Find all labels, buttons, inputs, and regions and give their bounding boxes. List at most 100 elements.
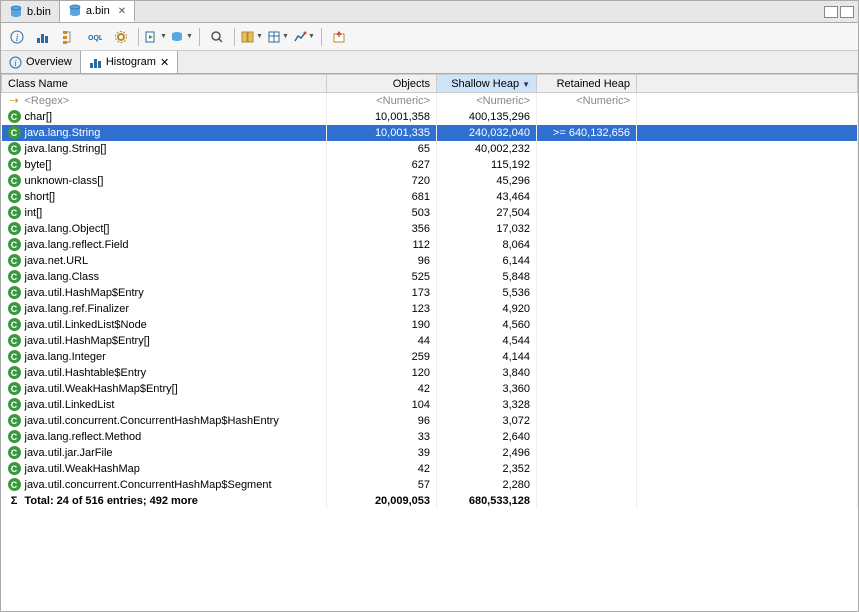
table-row[interactable]: Cjava.net.URL966,144 — [2, 253, 858, 269]
table-row[interactable]: Cjava.util.LinkedList1043,328 — [2, 397, 858, 413]
calc-button[interactable]: ▼ — [266, 26, 290, 48]
retained-cell — [537, 141, 637, 157]
table-row[interactable]: Cjava.util.HashMap$Entry1735,536 — [2, 285, 858, 301]
table-row[interactable]: Cjava.lang.ref.Finalizer1234,920 — [2, 301, 858, 317]
tab-overview[interactable]: i Overview — [1, 51, 81, 73]
table-row[interactable]: Cbyte[]627115,192 — [2, 157, 858, 173]
retained-cell — [537, 269, 637, 285]
table-row[interactable]: Cjava.util.Hashtable$Entry1203,840 — [2, 365, 858, 381]
table-row[interactable]: Cshort[]68143,464 — [2, 189, 858, 205]
query-db-button[interactable]: ▼ — [170, 26, 194, 48]
tab-histogram[interactable]: Histogram ✕ — [81, 51, 178, 73]
class-name-cell: char[] — [25, 111, 53, 123]
table-row[interactable]: Cjava.lang.Integer2594,144 — [2, 349, 858, 365]
table-row[interactable]: Cjava.util.concurrent.ConcurrentHashMap$… — [2, 413, 858, 429]
chart-button[interactable]: ▼ — [292, 26, 316, 48]
shallow-cell: 5,536 — [437, 285, 537, 301]
file-tab-a-bin[interactable]: a.bin ✕ — [60, 1, 135, 22]
class-name-cell: java.net.URL — [25, 255, 89, 267]
class-icon: C — [8, 270, 21, 283]
run-button[interactable]: ▼ — [144, 26, 168, 48]
table-row[interactable]: Cjava.lang.reflect.Method332,640 — [2, 429, 858, 445]
class-icon: C — [8, 126, 21, 139]
col-shallow-heap[interactable]: Shallow Heap▼ — [437, 75, 537, 93]
histogram-table-area[interactable]: Class Name Objects Shallow Heap▼ Retaine… — [1, 74, 858, 611]
compare-button[interactable]: ▼ — [240, 26, 264, 48]
retained-cell — [537, 173, 637, 189]
class-name-cell: java.util.HashMap$Entry — [25, 287, 144, 299]
objects-cell: 104 — [327, 397, 437, 413]
database-icon — [68, 4, 82, 18]
shallow-cell: 27,504 — [437, 205, 537, 221]
total-objects: 20,009,053 — [327, 493, 437, 509]
oql-button[interactable]: OQL — [83, 26, 107, 48]
file-tab-label: b.bin — [27, 6, 51, 18]
info-button[interactable]: i — [5, 26, 29, 48]
class-icon: C — [8, 350, 21, 363]
sort-desc-icon: ▼ — [522, 80, 530, 89]
retained-cell — [537, 413, 637, 429]
class-icon: C — [8, 238, 21, 251]
table-row[interactable]: Cint[]50327,504 — [2, 205, 858, 221]
maximize-button[interactable] — [840, 6, 854, 18]
separator — [321, 28, 322, 46]
table-row[interactable]: Cjava.util.WeakHashMap422,352 — [2, 461, 858, 477]
class-icon: C — [8, 414, 21, 427]
histogram-table: Class Name Objects Shallow Heap▼ Retaine… — [1, 74, 858, 509]
objects-cell: 10,001,335 — [327, 125, 437, 141]
shallow-cell: 4,920 — [437, 301, 537, 317]
class-name-cell: java.lang.String — [25, 127, 101, 139]
export-button[interactable] — [327, 26, 351, 48]
retained-cell — [537, 157, 637, 173]
table-row[interactable]: Cunknown-class[]72045,296 — [2, 173, 858, 189]
col-retained-heap[interactable]: Retained Heap — [537, 75, 637, 93]
table-row[interactable]: Cchar[]10,001,358400,135,296 — [2, 109, 858, 125]
retained-cell — [537, 109, 637, 125]
shallow-cell: 17,032 — [437, 221, 537, 237]
filter-objects[interactable]: <Numeric> — [327, 93, 437, 109]
search-button[interactable] — [205, 26, 229, 48]
retained-cell — [537, 317, 637, 333]
table-row[interactable]: Cjava.util.HashMap$Entry[]444,544 — [2, 333, 858, 349]
class-icon: C — [8, 142, 21, 155]
col-classname[interactable]: Class Name — [2, 75, 327, 93]
class-icon: C — [8, 462, 21, 475]
table-row[interactable]: Cjava.util.jar.JarFile392,496 — [2, 445, 858, 461]
table-row[interactable]: Cjava.lang.String10,001,335240,032,040>=… — [2, 125, 858, 141]
table-row[interactable]: Cjava.util.LinkedList$Node1904,560 — [2, 317, 858, 333]
file-tab-b-bin[interactable]: b.bin — [1, 1, 60, 22]
filter-shallow[interactable]: <Numeric> — [437, 93, 537, 109]
filter-classname[interactable]: ⇢<Regex> — [2, 93, 327, 109]
table-row[interactable]: Cjava.util.concurrent.ConcurrentHashMap$… — [2, 477, 858, 493]
filter-retained[interactable]: <Numeric> — [537, 93, 637, 109]
close-icon[interactable]: ✕ — [118, 6, 126, 17]
class-name-cell: java.lang.Object[] — [25, 223, 110, 235]
total-row[interactable]: ΣTotal: 24 of 516 entries; 492 more20,00… — [2, 493, 858, 509]
shallow-cell: 2,640 — [437, 429, 537, 445]
minimize-button[interactable] — [824, 6, 838, 18]
shallow-cell: 6,144 — [437, 253, 537, 269]
table-row[interactable]: Cjava.lang.Object[]35617,032 — [2, 221, 858, 237]
col-objects[interactable]: Objects — [327, 75, 437, 93]
class-icon: C — [8, 478, 21, 491]
gear-button[interactable] — [109, 26, 133, 48]
tree-button[interactable] — [57, 26, 81, 48]
shallow-cell: 43,464 — [437, 189, 537, 205]
objects-cell: 681 — [327, 189, 437, 205]
table-row[interactable]: Cjava.lang.Class5255,848 — [2, 269, 858, 285]
sigma-icon: Σ — [8, 494, 21, 507]
svg-text:OQL: OQL — [88, 35, 102, 42]
table-row[interactable]: Cjava.lang.reflect.Field1128,064 — [2, 237, 858, 253]
objects-cell: 525 — [327, 269, 437, 285]
retained-cell — [537, 221, 637, 237]
retained-cell — [537, 397, 637, 413]
database-icon — [9, 5, 23, 19]
objects-cell: 173 — [327, 285, 437, 301]
table-row[interactable]: Cjava.lang.String[]6540,002,232 — [2, 141, 858, 157]
tab-label: Overview — [26, 56, 72, 68]
info-icon: i — [9, 56, 22, 69]
table-row[interactable]: Cjava.util.WeakHashMap$Entry[]423,360 — [2, 381, 858, 397]
close-icon[interactable]: ✕ — [160, 56, 169, 69]
view-tab-bar: i Overview Histogram ✕ — [1, 51, 858, 74]
histogram-button[interactable] — [31, 26, 55, 48]
